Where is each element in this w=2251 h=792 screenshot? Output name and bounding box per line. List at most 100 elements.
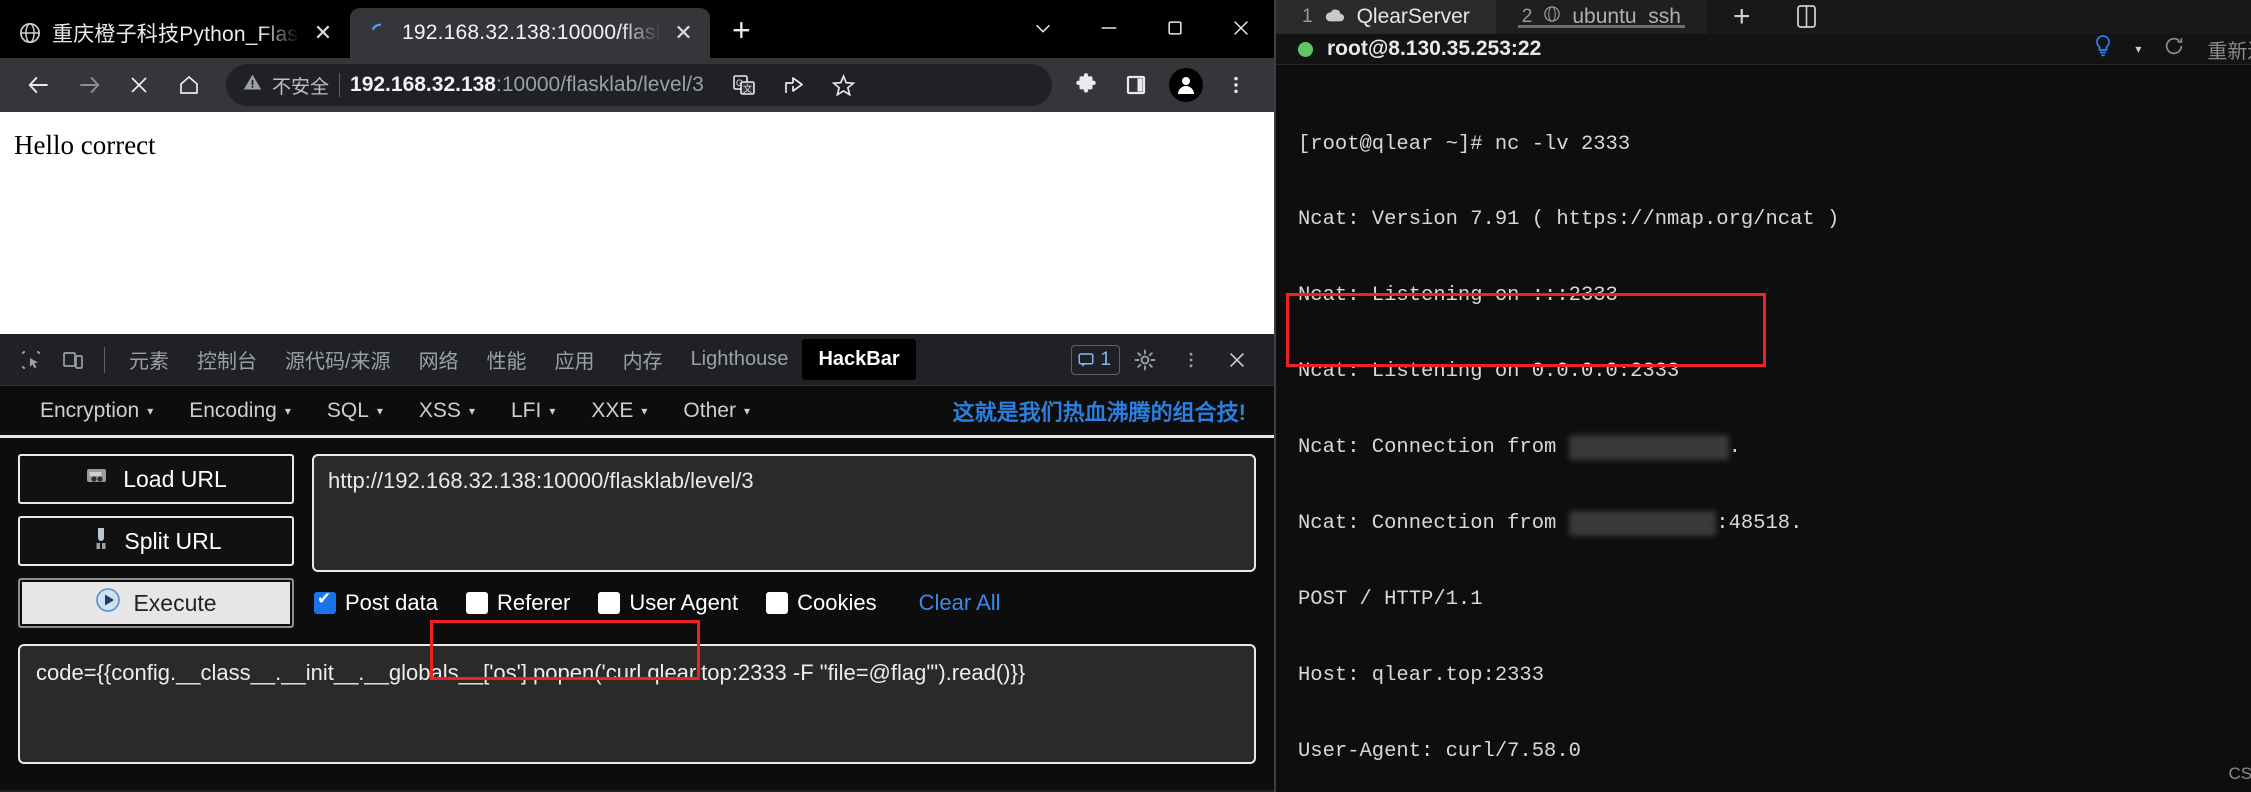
terminal-line: Ncat: Listening on :::2333 — [1298, 284, 1618, 308]
hackbar-menu-sql[interactable]: SQL ▾ — [309, 399, 401, 423]
checkbox-box[interactable] — [314, 589, 336, 614]
browser-tab-1[interactable]: 重庆橙子科技Python_Flask_SSTI ✕ — [0, 8, 350, 58]
close-window-icon[interactable] — [1208, 0, 1274, 56]
messages-icon[interactable]: 1 — [1071, 344, 1120, 375]
url-textarea[interactable]: http://192.168.32.138:10000/flasklab/lev… — [312, 454, 1256, 572]
split-url-button[interactable]: Split URL — [18, 516, 294, 566]
globe-icon — [18, 21, 42, 45]
page-viewport: Hello correct — [0, 112, 1274, 334]
more-vertical-icon[interactable] — [1170, 339, 1212, 381]
extensions-puzzle-icon[interactable] — [1064, 63, 1108, 107]
menu-label: Encryption — [40, 398, 140, 422]
chevron-down-icon: ▾ — [468, 403, 475, 418]
forward-button[interactable] — [66, 62, 112, 108]
close-icon[interactable]: ✕ — [310, 20, 336, 46]
back-button[interactable] — [16, 62, 62, 108]
reconnect-label[interactable]: 重新连接 — [2207, 35, 2251, 64]
post-data-textarea[interactable]: code={{config.__class__.__init__.__globa… — [18, 644, 1256, 764]
settings-gear-icon[interactable] — [1124, 339, 1166, 381]
checkbox-box[interactable] — [766, 592, 789, 614]
side-panel-icon[interactable] — [1114, 63, 1158, 107]
checkbox-post-data[interactable]: Post data — [314, 589, 438, 616]
hackbar-menu-xxe[interactable]: XXE ▾ — [573, 399, 665, 423]
terminal-new-tab-button[interactable]: + — [1707, 0, 1777, 34]
maximize-icon[interactable] — [1142, 0, 1208, 56]
terminal-action-bar: ▾ 重新连接 — [2093, 34, 2251, 64]
terminal-tab-ubuntu-ssh[interactable]: 2 ubuntu_ssh — [1495, 0, 1707, 34]
devtools-tab-performance[interactable]: 性能 — [473, 338, 541, 381]
address-bar[interactable]: 不安全 192.168.32.138:10000/flasklab/level/… — [226, 64, 1052, 106]
bookmark-star-icon[interactable] — [822, 63, 866, 107]
chevron-down-icon: ▾ — [147, 403, 154, 418]
screenshot-root: 重庆橙子科技Python_Flask_SSTI ✕ 192.168.32.138… — [0, 0, 2251, 792]
profile-avatar-icon[interactable] — [1164, 63, 1208, 107]
hackbar-menu-lfi[interactable]: LFI ▾ — [493, 399, 573, 423]
terminal-tab-index: 1 — [1302, 6, 1313, 27]
not-secure-indicator[interactable]: 不安全 — [242, 72, 329, 99]
browser-toolbar: 不安全 192.168.32.138:10000/flasklab/level/… — [0, 58, 1274, 112]
new-tab-button[interactable]: + — [732, 14, 751, 46]
bulb-icon[interactable] — [2093, 34, 2113, 64]
hackbar-body: Load URL Split URL Execute http://192.16… — [0, 438, 1274, 628]
devtools-tab-memory[interactable]: 内存 — [609, 338, 677, 381]
devtools-tab-hackbar[interactable]: HackBar — [802, 339, 916, 380]
share-icon[interactable] — [772, 63, 816, 107]
minimize-icon[interactable] — [1076, 0, 1142, 56]
split-url-label: Split URL — [124, 527, 222, 554]
browser-tab-2-title: 192.168.32.138:10000/flasklab/ — [402, 21, 661, 44]
chevron-down-icon[interactable] — [1010, 0, 1076, 56]
globe-icon — [1543, 5, 1561, 29]
device-toolbar-icon[interactable] — [52, 339, 94, 381]
url-host: 192.168.32.138 — [350, 73, 496, 96]
svg-text:文: 文 — [743, 83, 752, 94]
devtools-panel: 元素 控制台 源代码/来源 网络 性能 应用 内存 Lighthouse Hac… — [0, 334, 1274, 792]
terminal-line-redacted-ip-2: Ncat: Connection from 123.456.78.9:48518… — [1298, 511, 1803, 537]
checkbox-cookies[interactable]: Cookies — [766, 590, 877, 616]
page-body-text: Hello correct — [14, 130, 156, 160]
checkbox-label: Cookies — [797, 590, 877, 615]
chevron-down-icon[interactable]: ▾ — [2135, 42, 2141, 56]
split-pane-icon[interactable] — [1776, 0, 1838, 34]
terminal-output[interactable]: [root@qlear ~]# nc -lv 2333 Ncat: Versio… — [1276, 65, 2251, 792]
stop-loading-button[interactable] — [116, 62, 162, 108]
home-button[interactable] — [166, 62, 212, 108]
load-url-button[interactable]: Load URL — [18, 454, 294, 504]
inspect-element-icon[interactable] — [10, 339, 52, 381]
checkbox-user-agent[interactable]: User Agent — [598, 590, 738, 616]
execute-button[interactable]: Execute — [18, 578, 294, 628]
terminal-tab-qlearserver[interactable]: 1 QlearServer — [1276, 0, 1496, 34]
menu-label: SQL — [326, 398, 369, 422]
execute-label: Execute — [133, 589, 217, 616]
devtools-tab-bar: 元素 控制台 源代码/来源 网络 性能 应用 内存 Lighthouse Hac… — [0, 334, 1274, 386]
url-path: :10000/flasklab/level/3 — [496, 73, 704, 96]
hackbar-menu-encryption[interactable]: Encryption ▾ — [22, 399, 171, 423]
chevron-down-icon: ▾ — [549, 403, 556, 418]
translate-icon[interactable]: G文 — [722, 63, 766, 107]
menu-label: Other — [683, 398, 736, 422]
close-icon[interactable]: ✕ — [671, 20, 696, 46]
avatar — [1169, 68, 1203, 102]
devtools-tab-lighthouse[interactable]: Lighthouse — [677, 341, 803, 378]
split-url-icon — [90, 526, 112, 556]
checkbox-box[interactable] — [598, 592, 621, 614]
devtools-tab-sources[interactable]: 源代码/来源 — [271, 338, 405, 381]
more-menu-icon[interactable] — [1214, 63, 1258, 107]
hackbar-slogan[interactable]: 这就是我们热血沸腾的组合技! — [953, 395, 1252, 427]
devtools-tab-console[interactable]: 控制台 — [183, 338, 271, 381]
devtools-tab-application[interactable]: 应用 — [541, 338, 609, 381]
checkbox-box[interactable] — [465, 592, 488, 614]
browser-tab-strip: 重庆橙子科技Python_Flask_SSTI ✕ 192.168.32.138… — [0, 0, 1274, 58]
terminal-tab-index: 2 — [1521, 6, 1533, 27]
menu-label: LFI — [510, 398, 542, 422]
chevron-down-icon: ▾ — [641, 403, 648, 418]
reconnect-icon[interactable] — [2163, 35, 2185, 63]
clear-all-link[interactable]: Clear All — [919, 590, 1001, 616]
devtools-tab-elements[interactable]: 元素 — [115, 338, 183, 381]
hackbar-menu-xss[interactable]: XSS ▾ — [401, 399, 493, 423]
close-devtools-icon[interactable] — [1216, 339, 1258, 381]
devtools-tab-network[interactable]: 网络 — [405, 338, 473, 381]
hackbar-menu-other[interactable]: Other ▾ — [665, 399, 768, 423]
checkbox-referer[interactable]: Referer — [465, 590, 570, 616]
browser-tab-2[interactable]: 192.168.32.138:10000/flasklab/ ✕ — [350, 8, 710, 58]
hackbar-menu-encoding[interactable]: Encoding ▾ — [171, 399, 309, 423]
